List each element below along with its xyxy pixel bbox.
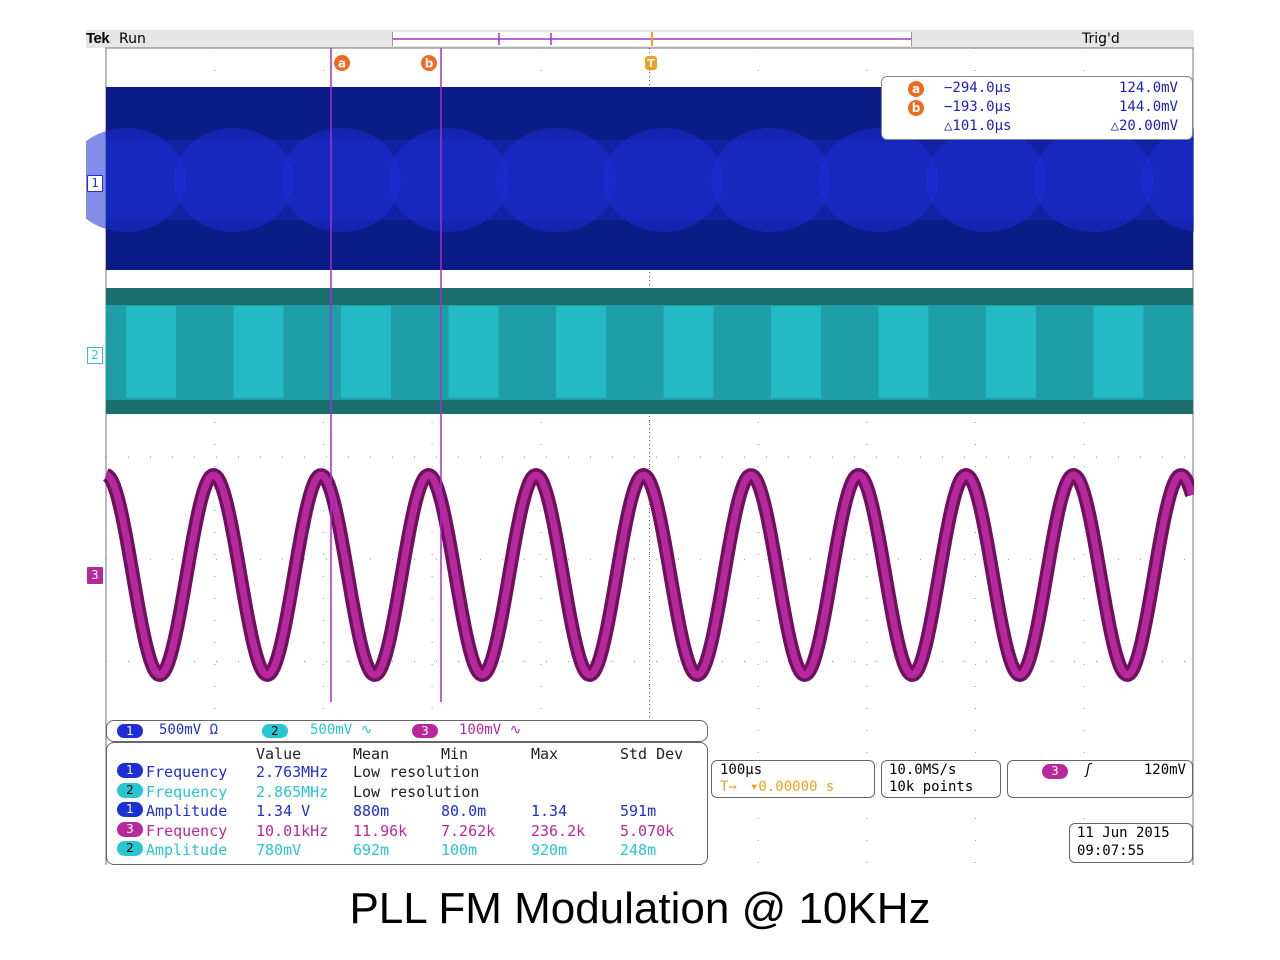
measurement-name: Frequency xyxy=(146,821,228,840)
measurement-channel-icon: 3 xyxy=(117,821,143,837)
ch2-envelope-lobe xyxy=(1093,306,1144,398)
date: 11 Jun 2015 xyxy=(1077,825,1170,841)
ch1-marker-label: 1 xyxy=(91,176,99,190)
header-value: Value xyxy=(256,745,302,763)
cursor-b-row: b −193.0µs 144.0mV xyxy=(882,99,1192,117)
ch3-scale-icon[interactable]: 3 xyxy=(412,724,438,738)
cursor-a-row: a −294.0µs 124.0mV xyxy=(882,80,1192,98)
timebase-position: ▾0.00000 s xyxy=(750,779,835,795)
ch3-ground-marker[interactable]: 3 xyxy=(87,567,103,584)
measurement-row[interactable]: 1 Frequency 2.763MHz Low resolution xyxy=(107,763,707,783)
measurement-channel-icon: 2 xyxy=(117,841,143,857)
ch2-envelope-lobe xyxy=(233,306,284,398)
timebase-scale: 100µs xyxy=(720,762,763,778)
ch2-envelope-lobe xyxy=(556,306,606,398)
measurement-min: 80.0m xyxy=(441,802,487,821)
cursor-readout-panel: a −294.0µs 124.0mV b −193.0µs 144.0mV △1… xyxy=(881,76,1193,140)
measurement-max: 1.34 xyxy=(531,802,568,821)
measurement-row[interactable]: 1 Amplitude 1.34 V 880m 80.0m 1.34 591m xyxy=(107,802,707,822)
measurement-value: 10.01kHz xyxy=(256,821,329,840)
measurement-name: Amplitude xyxy=(146,802,228,821)
measurement-value: 2.865MHz xyxy=(256,782,329,801)
cursor-b-volt: 144.0mV xyxy=(1118,99,1178,115)
trigger-position-label: T xyxy=(647,57,655,70)
header-stddev: Std Dev xyxy=(620,745,684,763)
measurement-value: 1.34 V xyxy=(256,802,311,821)
slide-caption: PLL FM Modulation @ 10KHz xyxy=(349,884,931,933)
time: 09:07:55 xyxy=(1077,843,1145,859)
cursor-a-icon: a xyxy=(908,81,924,97)
cursor-a-time: −294.0µs xyxy=(944,80,1012,96)
measurement-max: 920m xyxy=(531,841,568,860)
cursor-b-icon: b xyxy=(908,100,924,116)
trigger-source-icon: 3 xyxy=(1042,764,1068,779)
ch3-scale[interactable]: 100mV ∿ xyxy=(459,722,521,738)
measurement-row[interactable]: 3 Frequency 10.01kHz 11.96k 7.262k 236.2k 5.07… xyxy=(107,821,707,842)
measurement-stddev: 591m xyxy=(620,802,657,821)
timebase-box[interactable]: 100µs T→ ▾0.00000 s xyxy=(711,760,875,798)
ch2-scale-icon[interactable]: 2 xyxy=(262,724,288,738)
measurement-value: 780mV xyxy=(256,841,302,860)
ch2-envelope-lobe xyxy=(126,306,176,398)
measurement-mean: Low resolution xyxy=(353,763,480,781)
ch2-envelope-lobe xyxy=(663,306,714,398)
header-max: Max xyxy=(531,745,559,763)
ch1-core xyxy=(106,140,1193,220)
ch3-marker-label: 3 xyxy=(91,568,99,582)
cursor-delta-volt: △20.00mV xyxy=(1110,118,1178,134)
measurement-channel-icon: 1 xyxy=(117,802,143,818)
ch1-scale-icon[interactable]: 1 xyxy=(117,724,143,738)
measurement-min: 7.262k xyxy=(441,821,496,840)
measurement-max: 236.2k xyxy=(531,821,586,840)
ch1-scale[interactable]: 500mV Ω xyxy=(159,722,218,738)
trigger-level: 120mV xyxy=(1143,762,1186,778)
ch1-ground-marker[interactable]: 1 xyxy=(87,175,103,192)
measurement-stddev: 248m xyxy=(620,841,657,860)
cursor-b-time: −193.0µs xyxy=(944,99,1012,115)
rising-edge-icon: ʃ xyxy=(1084,762,1093,778)
ch2-envelope-lobe xyxy=(341,306,391,398)
measurement-channel-icon: 2 xyxy=(117,782,143,798)
measurement-channel-icon: 1 xyxy=(117,763,143,778)
trigger-box[interactable]: 3 ʃ 120mV xyxy=(1007,760,1193,798)
measurement-name: Frequency xyxy=(146,782,228,801)
measurement-panel: Value Mean Min Max Std Dev 1 Frequency 2.7… xyxy=(106,742,708,865)
measurement-mean: 880m xyxy=(353,802,390,821)
ch2-envelope-lobe xyxy=(448,306,499,398)
header-mean: Mean xyxy=(353,745,390,763)
measurement-min: 100m xyxy=(441,841,478,860)
measurement-mean: 11.96k xyxy=(353,821,408,840)
measurement-row[interactable]: 2 Frequency 2.865MHz Low resolution xyxy=(107,782,707,803)
measurement-value: 2.763MHz xyxy=(256,763,329,781)
measurement-name: Frequency xyxy=(146,763,228,781)
measurement-stddev: 5.070k xyxy=(620,821,675,840)
ch2-envelope-lobe xyxy=(986,306,1036,398)
acquisition-box[interactable]: 10.0MS/s 10k points xyxy=(881,760,1001,798)
measurement-row[interactable]: 2 Amplitude 780mV 692m 100m 920m 248m xyxy=(107,841,707,861)
oscilloscope-screen: Tek Run Trig'd abT 1 2 3 a −294.0µs 124.… xyxy=(86,30,1194,865)
ch2-marker-label: 2 xyxy=(91,348,99,362)
measurement-mean: 692m xyxy=(353,841,390,860)
measurement-mean: Low resolution xyxy=(353,782,480,801)
record-length: 10k points xyxy=(889,779,974,795)
ch2-scale[interactable]: 500mV ∿ xyxy=(310,722,372,738)
cursor-a-label: a xyxy=(338,57,346,71)
cursor-b-label: b xyxy=(425,57,434,71)
date-time-box: 11 Jun 2015 09:07:55 xyxy=(1069,823,1193,863)
channel-scale-bar: 1 500mV Ω 2 500mV ∿ 3 100mV ∿ xyxy=(106,720,708,742)
cursor-delta-row: △101.0µs △20.00mV xyxy=(882,118,1192,136)
sample-rate: 10.0MS/s xyxy=(889,762,957,778)
ch2-ground-marker[interactable]: 2 xyxy=(87,347,103,364)
trigger-position-icon: T→ xyxy=(720,779,737,795)
cursor-a-volt: 124.0mV xyxy=(1118,80,1178,96)
cursor-delta-time: △101.0µs xyxy=(944,118,1012,134)
ch2-envelope-lobe xyxy=(771,306,821,398)
header-min: Min xyxy=(441,745,469,763)
ch2-envelope-lobe xyxy=(878,306,929,398)
measurement-name: Amplitude xyxy=(146,841,228,860)
